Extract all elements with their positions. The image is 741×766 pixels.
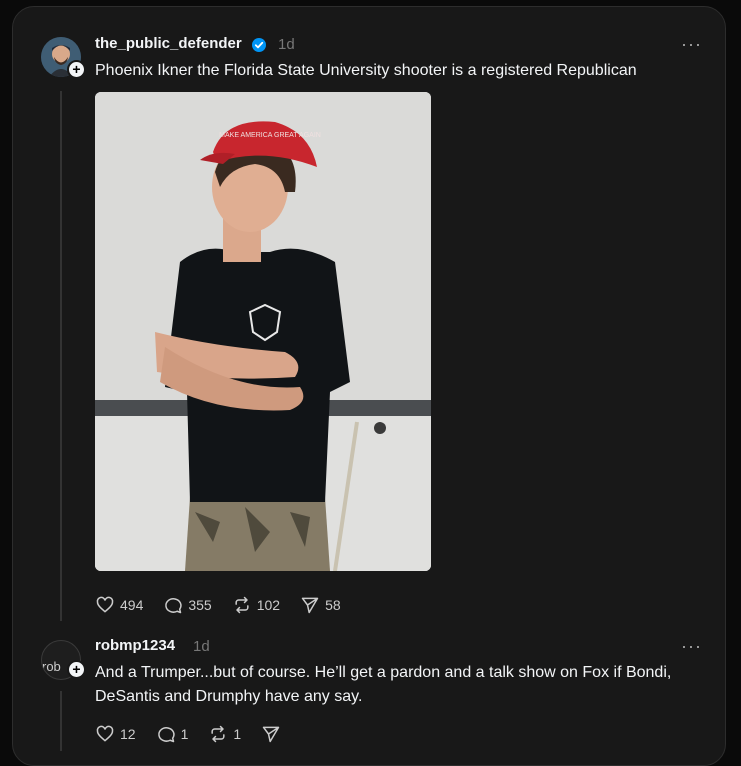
reply-username[interactable]: robmp1234 bbox=[95, 637, 175, 654]
reply-actions: 12 1 1 bbox=[95, 723, 306, 745]
more-options-icon[interactable]: ··· bbox=[681, 637, 702, 655]
repost-count: 102 bbox=[256, 597, 281, 613]
share-button[interactable] bbox=[261, 724, 286, 744]
like-button[interactable]: 494 bbox=[95, 595, 143, 615]
like-button[interactable]: 12 bbox=[95, 724, 136, 744]
feed-card: + the_public_defender 1d ··· Phoenix Ikn… bbox=[12, 6, 726, 766]
comment-icon bbox=[165, 598, 183, 614]
repost-count: 1 bbox=[233, 726, 242, 742]
thread-line bbox=[60, 91, 62, 621]
verified-badge-icon bbox=[252, 38, 266, 52]
repost-button[interactable]: 102 bbox=[232, 595, 280, 615]
reply-time: 1d bbox=[193, 638, 210, 655]
share-count: 58 bbox=[325, 597, 341, 613]
reply-text: And a Trumper...but of course. He’ll get… bbox=[95, 664, 672, 705]
post-photo[interactable]: MAKE AMERICA GREAT AGAIN bbox=[95, 92, 431, 571]
heart-icon bbox=[96, 596, 114, 613]
hat-text: MAKE AMERICA GREAT AGAIN bbox=[219, 132, 321, 139]
like-count: 494 bbox=[120, 597, 144, 613]
reply-count: 1 bbox=[180, 726, 189, 742]
comment-icon bbox=[157, 727, 175, 743]
more-options-icon[interactable]: ··· bbox=[681, 35, 702, 53]
reply-button[interactable]: 1 bbox=[156, 724, 189, 744]
reply-count: 355 bbox=[188, 597, 212, 613]
like-count: 12 bbox=[120, 726, 136, 742]
reply-button[interactable]: 355 bbox=[163, 595, 212, 615]
repost-button[interactable]: 1 bbox=[208, 724, 241, 744]
send-icon bbox=[262, 726, 280, 743]
follow-plus-icon[interactable]: + bbox=[67, 660, 86, 679]
post-username[interactable]: the_public_defender bbox=[95, 35, 242, 52]
send-icon bbox=[301, 597, 319, 614]
heart-icon bbox=[96, 725, 114, 742]
post-actions: 494 355 102 58 bbox=[95, 594, 361, 616]
thread-line bbox=[60, 691, 62, 751]
repost-icon bbox=[211, 725, 225, 743]
avatar-alt-text: rob bbox=[42, 659, 61, 674]
repost-icon bbox=[235, 596, 249, 614]
follow-plus-icon[interactable]: + bbox=[67, 60, 86, 79]
post-text: Phoenix Ikner the Florida State Universi… bbox=[95, 62, 637, 79]
share-button[interactable]: 58 bbox=[300, 595, 341, 615]
post-time: 1d bbox=[278, 36, 295, 53]
